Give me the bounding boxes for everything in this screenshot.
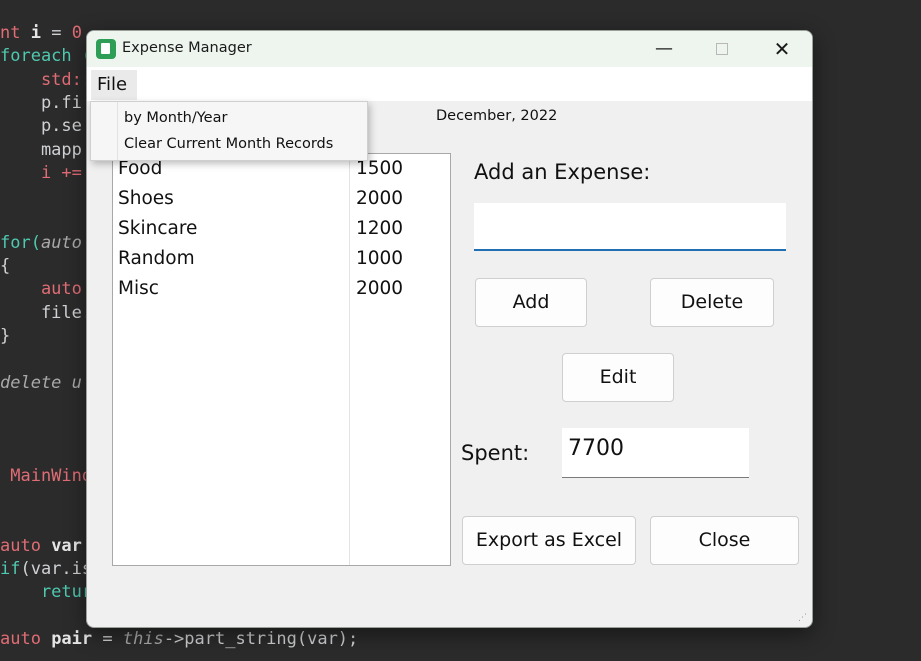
code-line: MainWind xyxy=(0,465,92,487)
file-dropdown-menu: by Month/Year Clear Current Month Record… xyxy=(90,101,368,161)
code-line: { xyxy=(0,255,10,277)
expense-category: Shoes xyxy=(118,188,174,209)
code-token: foreach ( xyxy=(0,46,93,67)
code-line: for(auto xyxy=(0,232,82,254)
menu-item-by-month-year[interactable]: by Month/Year xyxy=(124,110,227,126)
code-line: } xyxy=(0,325,10,347)
code-token: file. xyxy=(0,302,93,323)
code-token: delete u xyxy=(0,372,82,393)
maximize-button[interactable] xyxy=(707,37,737,61)
add-expense-label: Add an Expense: xyxy=(474,160,651,184)
edit-button[interactable]: Edit xyxy=(562,353,674,402)
code-token: auto xyxy=(0,279,82,300)
code-token: ->part_string(var); xyxy=(163,628,359,649)
app-icon xyxy=(96,39,116,59)
code-token: = xyxy=(40,23,72,43)
spent-label: Spent: xyxy=(461,441,530,465)
code-token: 0 xyxy=(71,23,82,43)
code-token: auto xyxy=(0,628,52,649)
resize-grip-icon[interactable]: ⋰ xyxy=(798,613,808,623)
code-token: auto xyxy=(40,232,82,253)
code-line: retur xyxy=(0,581,92,603)
code-line: foreach ( xyxy=(0,45,92,67)
code-token: i xyxy=(30,23,41,43)
code-line: p.fi xyxy=(0,92,82,114)
code-line: mapp xyxy=(0,139,82,161)
current-month-label: December, 2022 xyxy=(436,108,558,124)
menu-icon-gutter xyxy=(91,102,118,160)
add-button[interactable]: Add xyxy=(475,278,587,327)
code-line: if(var.is xyxy=(0,558,92,580)
code-line: auto pair = this->part_string(var); xyxy=(0,628,358,650)
spent-value: 7700 xyxy=(562,428,749,478)
close-window-button[interactable]: ✕ xyxy=(767,37,797,61)
code-line: nt i = 0 xyxy=(0,22,82,44)
expense-category: Random xyxy=(118,248,195,269)
table-row[interactable]: Shoes 2000 xyxy=(113,184,450,214)
expense-category: Food xyxy=(118,158,163,179)
code-token: auto xyxy=(0,535,52,556)
menu-bar xyxy=(87,67,812,101)
code-line: file. xyxy=(0,302,92,324)
expense-list[interactable]: Food 1500 Shoes 2000 Skincare 1200 Rando… xyxy=(112,153,451,566)
code-line: auto xyxy=(0,278,82,300)
expense-amount: 1500 xyxy=(356,158,404,179)
expense-amount: 2000 xyxy=(356,188,404,209)
code-token: std:: xyxy=(0,69,93,90)
code-token: nt xyxy=(0,23,31,43)
code-token: { xyxy=(0,256,11,276)
code-token: if xyxy=(0,558,21,579)
expense-amount: 1200 xyxy=(356,218,404,239)
minimize-button[interactable]: — xyxy=(649,37,679,61)
code-token: p.fi xyxy=(0,92,82,113)
expense-category: Skincare xyxy=(118,218,198,239)
code-token: MainWind xyxy=(0,465,93,486)
code-token: this xyxy=(122,628,164,649)
maximize-icon xyxy=(716,43,728,55)
expense-amount: 2000 xyxy=(356,278,404,299)
code-token: (var.is xyxy=(20,558,93,579)
expense-amount: 1000 xyxy=(356,248,404,269)
code-line: delete u xyxy=(0,372,82,394)
code-token: retur xyxy=(0,582,93,603)
code-token: var xyxy=(51,535,82,556)
code-token: for( xyxy=(0,232,41,253)
expense-input[interactable] xyxy=(474,203,786,251)
code-token: } xyxy=(0,325,11,346)
menu-item-clear-records[interactable]: Clear Current Month Records xyxy=(124,136,333,152)
code-token: pair xyxy=(51,628,93,649)
export-excel-button[interactable]: Export as Excel xyxy=(462,516,636,565)
close-button[interactable]: Close xyxy=(650,516,799,565)
code-token: = xyxy=(92,628,123,649)
table-row[interactable]: Skincare 1200 xyxy=(113,214,450,244)
code-line: p.se xyxy=(0,115,82,137)
code-token: mapp xyxy=(0,139,82,160)
menu-file[interactable]: File xyxy=(91,70,137,100)
code-line: auto var xyxy=(0,535,82,557)
delete-button[interactable]: Delete xyxy=(650,278,774,327)
expense-category: Misc xyxy=(118,278,159,299)
window-title: Expense Manager xyxy=(122,40,252,56)
code-line: i += xyxy=(0,162,82,184)
table-row[interactable]: Random 1000 xyxy=(113,244,450,274)
code-token: p.se xyxy=(0,116,82,137)
code-line: std:: xyxy=(0,69,92,91)
title-bar[interactable]: Expense Manager — ✕ xyxy=(87,31,812,67)
code-token: i += xyxy=(0,162,82,183)
table-row[interactable]: Misc 2000 xyxy=(113,274,450,304)
